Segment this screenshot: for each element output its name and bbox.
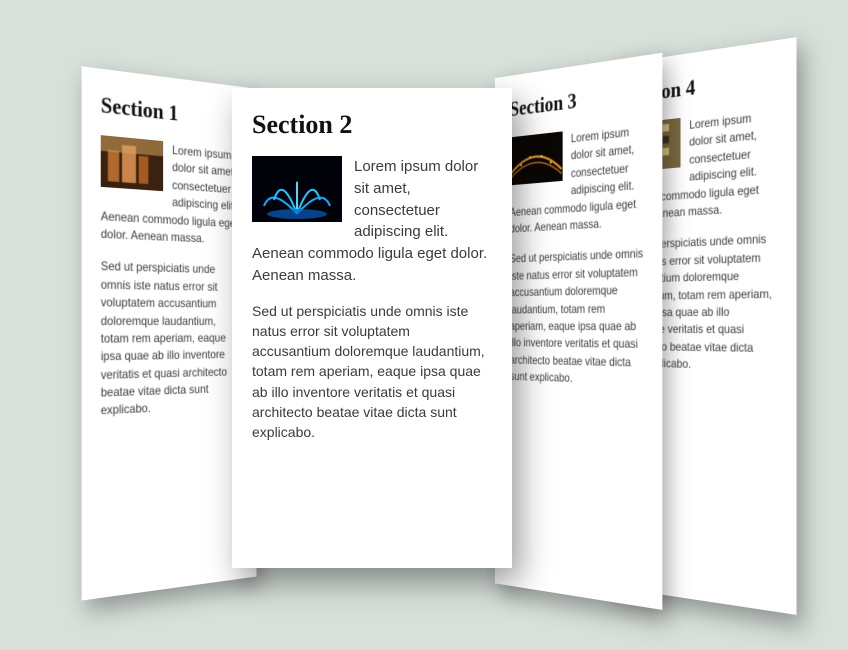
panel-body: Sed ut perspiciatis unde omnis iste natu… (510, 245, 645, 390)
panel-section-1[interactable]: Section 1 Lorem ipsum dolor sit amet, co… (82, 66, 257, 600)
panel-body: Sed ut perspiciatis unde omnis iste natu… (101, 258, 240, 420)
panel-section-2[interactable]: Section 2 Lorem ipsum dolor sit amet, co… (232, 88, 512, 568)
panel-heading: Section 1 (101, 92, 240, 133)
panel-lead: Lorem ipsum dolor sit amet, consectetuer… (510, 122, 645, 238)
accordion-stage: Section 1 Lorem ipsum dolor sit amet, co… (0, 0, 848, 650)
panel-heading: Section 2 (252, 110, 492, 140)
panel-section-3[interactable]: Section 3 Lorem ipsum dolor sit amet, co… (495, 53, 662, 610)
panel-body: Sed ut perspiciatis unde omnis iste natu… (252, 301, 492, 443)
blue-fountain-icon (252, 156, 342, 222)
panel-heading: Section 3 (510, 78, 645, 122)
city-sepia-icon (101, 135, 163, 191)
night-bridge-icon (510, 131, 563, 185)
